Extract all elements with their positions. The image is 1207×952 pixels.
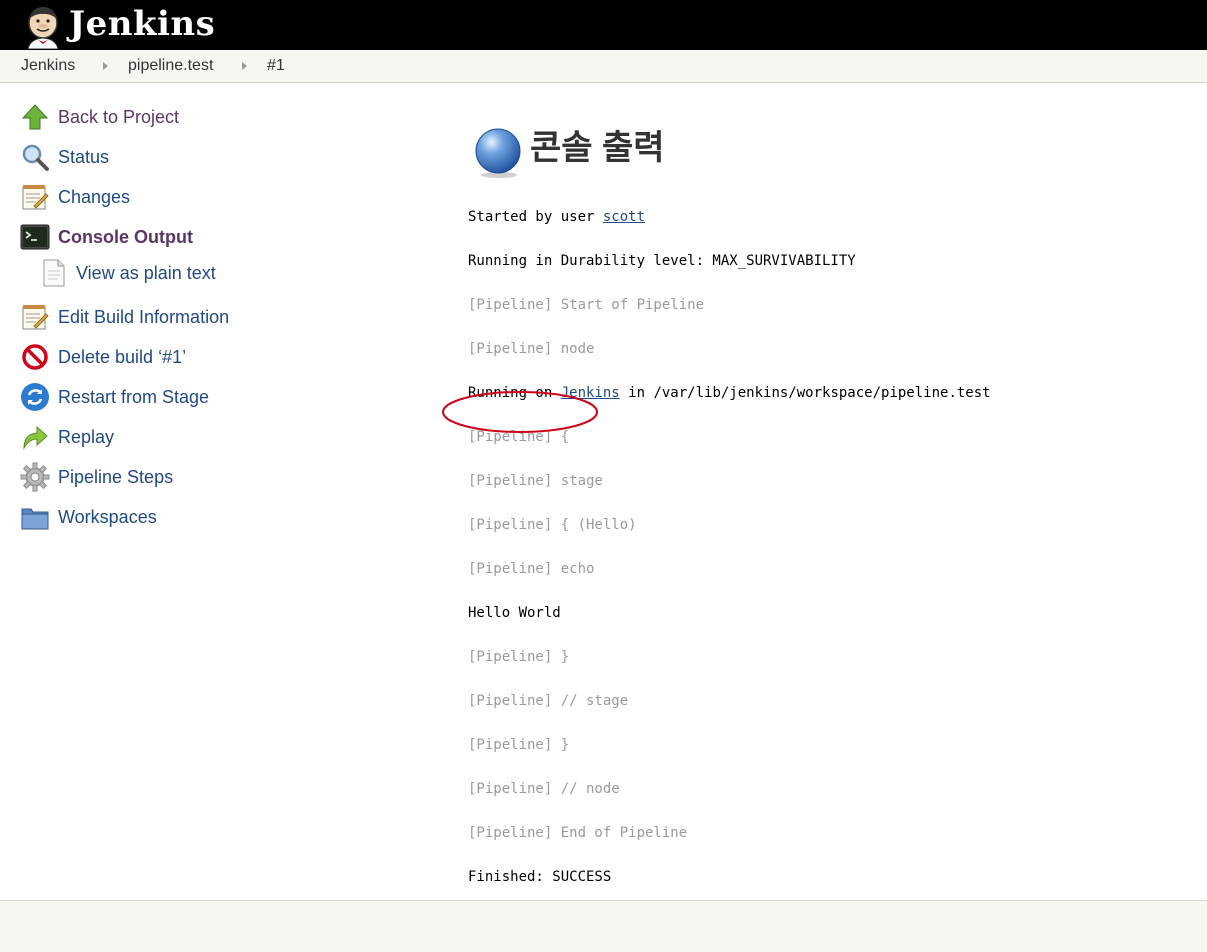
- sidebar-item-label: Console Output: [58, 227, 193, 247]
- console-text: Started by user: [468, 209, 603, 225]
- console-line: [Pipeline] // node: [468, 781, 620, 797]
- jenkins-butler-icon[interactable]: [20, 3, 66, 49]
- sidebar-item-label: Delete build ‘#1’: [58, 347, 187, 367]
- console-line: [Pipeline] }: [468, 737, 570, 753]
- console-line: [Pipeline] stage: [468, 473, 603, 489]
- notepad-icon: [22, 185, 49, 210]
- breadcrumb-separator-icon[interactable]: [242, 62, 247, 70]
- redo-arrow-icon: [23, 425, 48, 450]
- console-line-hello-world: Hello World: [468, 605, 561, 621]
- breadcrumb-jenkins[interactable]: Jenkins: [21, 57, 75, 75]
- red-circle-annotation: [442, 391, 598, 433]
- gear-icon: [20, 462, 50, 492]
- breadcrumb-build-1[interactable]: #1: [267, 57, 285, 75]
- header-bar: Jenkins: [0, 0, 1207, 50]
- sidebar-item-label: Workspaces: [58, 507, 157, 527]
- breadcrumb-pipeline-test[interactable]: pipeline.test: [128, 57, 213, 75]
- page-title: 콘솔 출력: [530, 129, 665, 167]
- console-line: [Pipeline] End of Pipeline: [468, 825, 688, 841]
- console-line: [Pipeline] echo: [468, 561, 595, 577]
- console-line: [Pipeline] }: [468, 649, 570, 665]
- sidebar-item-label: Restart from Stage: [58, 387, 210, 407]
- notepad-icon: [22, 305, 49, 330]
- sidebar-item-label: Edit Build Information: [58, 307, 230, 327]
- terminal-icon: [20, 224, 50, 250]
- refresh-icon: [21, 383, 49, 411]
- breadcrumb: Jenkins pipeline.test #1: [0, 50, 1207, 83]
- app-title[interactable]: Jenkins: [69, 2, 215, 46]
- sidebar-item-label: Status: [58, 147, 110, 167]
- console-line: [Pipeline] { (Hello): [468, 517, 637, 533]
- console-line-finished: Finished: SUCCESS: [468, 869, 612, 885]
- console-text: in /var/lib/jenkins/workspace/pipeline.t…: [619, 385, 991, 401]
- up-arrow-icon: [21, 104, 49, 130]
- search-icon: [22, 144, 49, 171]
- sidebar-item-label: Changes: [58, 187, 131, 207]
- console-output: Started by user scott Running in Durabil…: [468, 206, 991, 910]
- console-line: Running in Durability level: MAX_SURVIVA…: [468, 253, 856, 269]
- blue-ball-icon: [475, 128, 521, 178]
- console-line: Started by user scott: [468, 206, 991, 228]
- folder-icon: [21, 508, 49, 530]
- console-line: [Pipeline] // stage: [468, 693, 629, 709]
- footer: [0, 900, 1207, 952]
- sidebar-item-label: Pipeline Steps: [58, 467, 174, 487]
- console-line: [Pipeline] node: [468, 341, 595, 357]
- sidebar-item-label: Replay: [58, 427, 115, 447]
- console-line: [Pipeline] Start of Pipeline: [468, 297, 705, 313]
- document-icon: [43, 259, 65, 287]
- sidebar-item-label: Back to Project: [58, 107, 180, 127]
- no-entry-icon: [22, 344, 48, 370]
- sidebar-item-label: View as plain text: [76, 263, 216, 283]
- breadcrumb-separator-icon[interactable]: [103, 62, 108, 70]
- user-link[interactable]: scott: [603, 209, 645, 225]
